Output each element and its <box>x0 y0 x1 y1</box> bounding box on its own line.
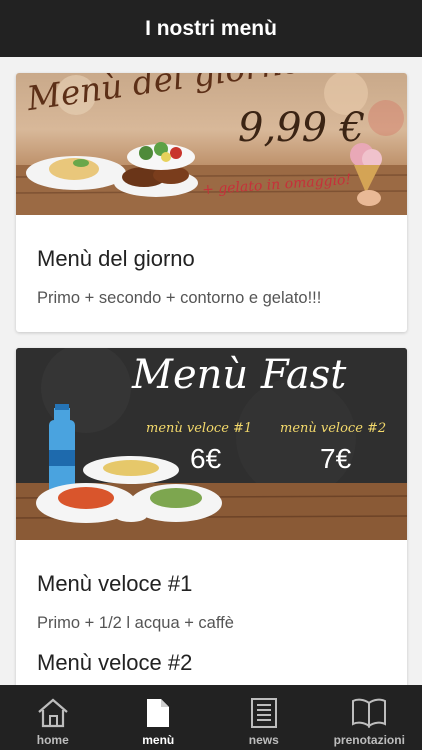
menu-card-fast[interactable]: Menù Fast menù veloce #1 6€ menù veloce … <box>16 348 407 685</box>
fast-option1-price: 6€ <box>190 443 222 474</box>
card-item-description: Primo + 1/2 l acqua + caffè <box>37 614 234 632</box>
newspaper-icon <box>250 698 277 728</box>
home-icon <box>38 698 68 728</box>
fast-option2-price: 7€ <box>320 443 352 474</box>
fast-script-title: Menù Fast <box>132 352 347 398</box>
tab-label: menù <box>142 733 175 747</box>
tab-label: news <box>248 733 279 747</box>
tab-bookings[interactable]: prenotazioni <box>317 685 422 750</box>
daily-menu-banner: Menù del giorno 9,99 € + gelato in omagg… <box>16 73 407 215</box>
tab-home[interactable]: home <box>0 685 106 750</box>
tab-label: prenotazioni <box>333 733 405 747</box>
page-title: I nostri menù <box>145 16 277 40</box>
menu-list[interactable]: Menù del giorno 9,99 € + gelato in omagg… <box>0 57 422 685</box>
tab-news[interactable]: news <box>211 685 317 750</box>
app-header: I nostri menù <box>0 0 422 57</box>
document-icon <box>147 699 170 727</box>
fast-option2-label: menù veloce #2 <box>280 421 387 436</box>
card-title: Menù del giorno <box>37 246 195 271</box>
fast-menu-banner: Menù Fast menù veloce #1 6€ menù veloce … <box>16 348 407 540</box>
bottom-tab-bar: home menù news prenotazioni <box>0 685 422 750</box>
book-icon <box>352 698 387 729</box>
card-item-title: Menù veloce #2 <box>37 650 193 675</box>
tab-menu[interactable]: menù <box>106 685 212 750</box>
fast-option1-label: menù veloce #1 <box>146 421 253 436</box>
daily-price: 9,99 € <box>238 105 366 151</box>
menu-card-daily[interactable]: Menù del giorno 9,99 € + gelato in omagg… <box>16 73 407 332</box>
card-description: Primo + secondo + contorno e gelato!!! <box>37 289 322 307</box>
card-item-title: Menù veloce #1 <box>37 571 193 596</box>
tab-label: home <box>36 733 69 747</box>
